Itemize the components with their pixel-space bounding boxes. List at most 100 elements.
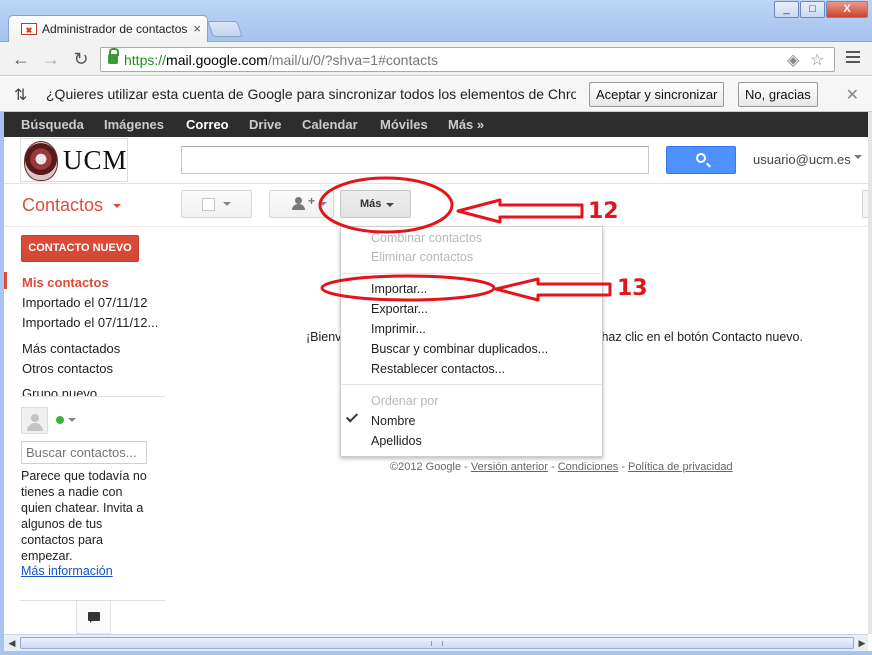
ucm-logo[interactable]: UCM [20,138,128,182]
arrow-left-icon [456,198,584,224]
scroll-right-icon[interactable]: ▶ [856,637,868,649]
menu-item-export[interactable]: Exportar... [371,302,428,316]
footer-link-old-version[interactable]: Versión anterior [471,461,548,473]
forward-arrow-icon[interactable]: → [40,48,62,70]
menu-header-sort: Ordenar por [371,394,439,408]
menu-divider [341,384,602,385]
scrollbar-thumb[interactable] [20,637,854,649]
app-switcher-title[interactable]: Contactos [22,195,103,216]
search-button[interactable] [666,146,736,174]
gbar-calendar[interactable]: Calendar [302,117,358,132]
bookmark-star-icon[interactable]: ☆ [810,50,824,70]
step-number-12: 12 [588,199,619,224]
chevron-down-icon[interactable] [854,155,862,159]
maximize-button[interactable]: □ [800,1,825,18]
sidebar-item-imported-1[interactable]: Importado el 07/11/12 [22,295,162,310]
step-number-13: 13 [617,276,648,301]
plus-icon: + [308,194,316,208]
more-button[interactable]: Más [340,190,411,218]
address-bar[interactable]: https://mail.google.com/mail/u/0/?shva=1… [100,47,835,72]
vertical-scrollbar[interactable] [868,112,872,634]
gbar-more[interactable]: Más » [448,117,484,132]
decline-sync-button[interactable]: No, gracias [738,82,818,107]
infobar-message: ¿Quieres utilizar esta cuenta de Google … [46,86,576,102]
menu-divider [341,273,602,274]
menu-item-find-duplicates[interactable]: Buscar y combinar duplicados... [371,342,548,356]
more-info-link[interactable]: Más información [21,564,113,578]
scroll-left-icon[interactable]: ◀ [6,637,18,649]
sidebar-item-new-group[interactable]: Grupo nuevo... [22,386,162,396]
chevron-down-icon [319,202,327,206]
google-bar: Búsqueda Imágenes Correo Drive Calendar … [4,112,868,137]
check-icon [345,410,359,423]
back-arrow-icon[interactable]: ← [10,48,32,70]
chat-search-input[interactable] [21,441,147,464]
more-button-label: Más [360,198,382,210]
sidebar-item-most-contacted[interactable]: Más contactados [22,341,162,356]
window-border [0,112,4,651]
chrome-menu-icon[interactable] [846,51,860,65]
checkbox[interactable] [202,198,215,211]
accept-sync-button[interactable]: Aceptar y sincronizar [589,82,725,107]
search-icon [696,153,706,163]
add-person-icon [292,197,308,211]
chevron-down-icon [223,202,231,206]
reload-icon[interactable]: ↻ [70,48,92,70]
more-dropdown-menu: Combinar contactos Eliminar contactos Im… [340,226,603,457]
lock-icon [108,48,119,64]
window-border [0,651,872,655]
close-window-button[interactable]: X [826,1,868,18]
sidebar-item-my-contacts[interactable]: Mis contactos [22,275,162,290]
browser-tab[interactable]: Administrador de contactos - × [8,15,208,43]
new-tab-button[interactable] [207,21,243,37]
footer-link-privacy[interactable]: Política de privacidad [628,461,733,473]
add-to-group-button[interactable]: + [269,190,334,218]
active-nav-marker [4,272,7,289]
avatar[interactable] [21,407,48,434]
chat-bubble-icon [88,612,100,623]
window-controls: _ □ X [774,1,868,18]
header-divider [4,183,868,184]
menu-item-restore[interactable]: Restablecer contactos... [371,362,505,376]
logo-text: UCM [63,145,128,175]
search-input[interactable] [181,146,649,174]
sync-infobar: ⇅ ¿Quieres utilizar esta cuenta de Googl… [0,77,872,112]
footer-link-terms[interactable]: Condiciones [558,461,619,473]
tab-title: Administrador de contactos - [42,22,187,36]
menu-item-sort-last-name[interactable]: Apellidos [371,434,422,448]
horizontal-scrollbar[interactable]: ◀ ▶ [4,634,868,651]
gbar-images[interactable]: Imágenes [104,117,164,132]
gbar-search[interactable]: Búsqueda [21,117,84,132]
sidebar-divider [20,396,165,397]
menu-item-delete: Eliminar contactos [371,250,474,264]
gmail-icon [21,23,37,35]
sidebar-item-other-contacts[interactable]: Otros contactos [22,361,162,376]
account-email[interactable]: usuario@ucm.es [753,152,851,167]
address-url[interactable]: https://mail.google.com/mail/u/0/?shva=1… [124,52,438,68]
gbar-mobile[interactable]: Móviles [380,117,428,132]
gbar-mail[interactable]: Correo [186,117,229,132]
page-footer: ©2012 Google - Versión anterior - Condic… [390,461,733,473]
minimize-button[interactable]: _ [774,1,799,18]
chevron-down-icon[interactable] [113,204,121,208]
gbar-drive[interactable]: Drive [249,117,282,132]
sidebar-item-imported-2[interactable]: Importado el 07/11/12... [22,315,162,330]
menu-item-print[interactable]: Imprimir... [371,322,426,336]
chat-empty-message: Parece que todavía no tienes a nadie con… [21,469,147,563]
translate-icon[interactable]: ◈ [787,50,799,70]
chevron-down-icon[interactable] [68,418,76,422]
sync-icon: ⇅ [14,87,28,104]
menu-item-sort-first-name[interactable]: Nombre [371,414,415,428]
ucm-crest-icon [24,141,58,181]
menu-item-merge: Combinar contactos [371,231,483,245]
infobar-close-icon[interactable]: ✕ [846,85,859,105]
grip-icon [431,641,443,646]
online-status-icon[interactable] [56,416,64,424]
tab-close-icon[interactable]: × [193,21,201,36]
window-titlebar: Administrador de contactos - × _ □ X [0,0,872,43]
chat-toggle-button[interactable] [76,601,111,634]
new-contact-button[interactable]: CONTACTO NUEVO [21,235,139,262]
select-checkbox-button[interactable] [181,190,252,218]
menu-item-import[interactable]: Importar... [371,282,427,296]
browser-toolbar: ← → ↻ https://mail.google.com/mail/u/0/?… [0,42,872,76]
